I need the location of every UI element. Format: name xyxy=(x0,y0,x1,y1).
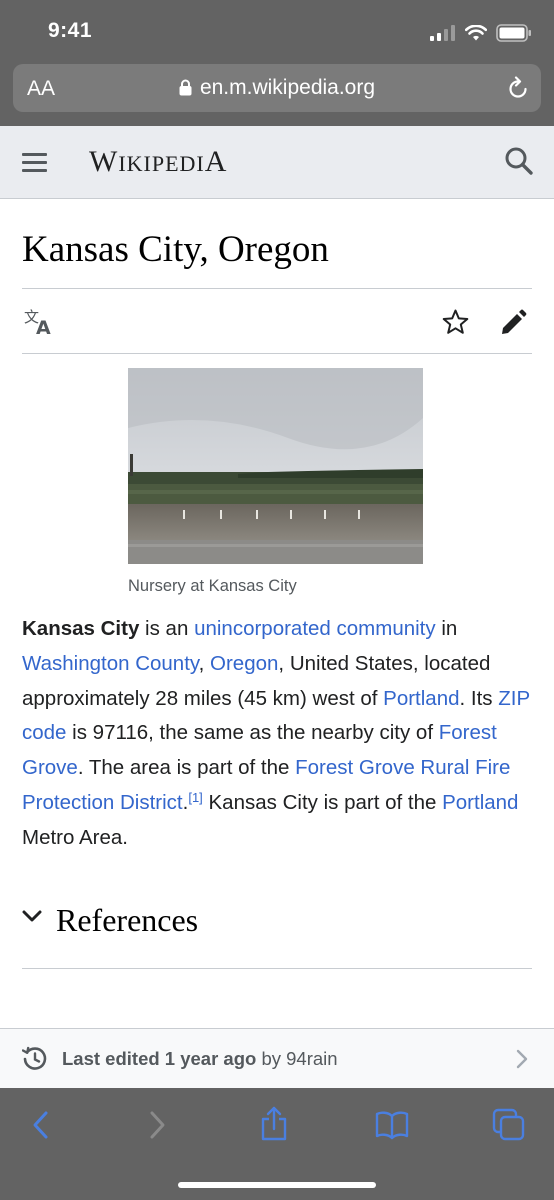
wikipedia-wordmark[interactable]: WIKIPEDIA xyxy=(89,145,227,179)
reload-icon[interactable] xyxy=(507,76,529,105)
menu-icon[interactable] xyxy=(22,153,47,173)
last-edited-time: Last edited 1 year ago xyxy=(62,1048,257,1069)
article-link[interactable]: Oregon xyxy=(210,652,278,675)
article-text: Metro Area. xyxy=(22,825,128,849)
share-icon[interactable] xyxy=(259,1106,289,1147)
url-text: en.m.wikipedia.org xyxy=(199,76,376,99)
references-heading: References xyxy=(56,902,199,938)
status-icons xyxy=(430,22,532,44)
status-bar: 9:41 xyxy=(0,0,554,64)
citation-link[interactable]: [1] xyxy=(188,790,202,805)
article-paragraph: Kansas City is an unincorporated communi… xyxy=(22,612,542,856)
article-text: . The area is part of the xyxy=(77,756,296,780)
tabs-icon[interactable] xyxy=(492,1108,526,1147)
last-edited-author: by 94rain xyxy=(256,1048,338,1069)
back-icon[interactable] xyxy=(30,1108,52,1147)
history-icon xyxy=(21,1046,48,1077)
article-text: Kansas City is part of the xyxy=(202,790,443,814)
wifi-icon xyxy=(465,25,487,41)
search-icon[interactable] xyxy=(504,146,534,181)
address-bar[interactable]: AA en.m.wikipedia.org xyxy=(13,64,541,112)
svg-text:A: A xyxy=(36,317,51,336)
title-divider xyxy=(22,288,532,289)
url-field[interactable]: en.m.wikipedia.org xyxy=(13,76,541,102)
star-icon[interactable] xyxy=(442,309,469,340)
lock-icon xyxy=(179,78,192,102)
chevron-right-icon xyxy=(516,1049,528,1074)
last-edited-bar[interactable]: Last edited 1 year ago by 94rain xyxy=(0,1028,554,1089)
image-caption: Nursery at Kansas City xyxy=(128,577,297,595)
status-time: 9:41 xyxy=(48,19,93,42)
article-image[interactable] xyxy=(128,368,423,564)
article-link[interactable]: Portland xyxy=(442,791,518,814)
bookmarks-icon[interactable] xyxy=(375,1110,409,1145)
last-edited-text: Last edited 1 year ago by 94rain xyxy=(62,1048,338,1070)
article-text: . Its xyxy=(459,686,499,710)
article-subject: Kansas City xyxy=(22,617,140,640)
wiki-header: WIKIPEDIA xyxy=(0,126,554,199)
signal-icon xyxy=(430,25,455,41)
citation: [1] xyxy=(188,790,202,805)
article-text: is 97116, the same as the nearby city of xyxy=(66,721,439,745)
article-text: , xyxy=(198,651,211,675)
pencil-icon[interactable] xyxy=(500,309,527,341)
references-divider xyxy=(22,968,532,969)
actions-divider xyxy=(22,353,532,354)
battery-icon xyxy=(496,24,531,42)
article-link[interactable]: Washington County xyxy=(22,652,199,675)
browser-address-area: AA en.m.wikipedia.org xyxy=(0,64,554,126)
page-title: Kansas City, Oregon xyxy=(22,229,329,270)
article-text: in xyxy=(435,617,458,640)
article-link[interactable]: Portland xyxy=(383,687,459,710)
home-indicator xyxy=(178,1182,376,1188)
article-link[interactable]: unincorporated community xyxy=(194,617,436,640)
article-text: is an xyxy=(139,617,195,640)
forward-icon[interactable] xyxy=(146,1108,168,1147)
chevron-down-icon xyxy=(22,910,42,929)
translate-icon[interactable]: 文 A xyxy=(24,308,56,341)
